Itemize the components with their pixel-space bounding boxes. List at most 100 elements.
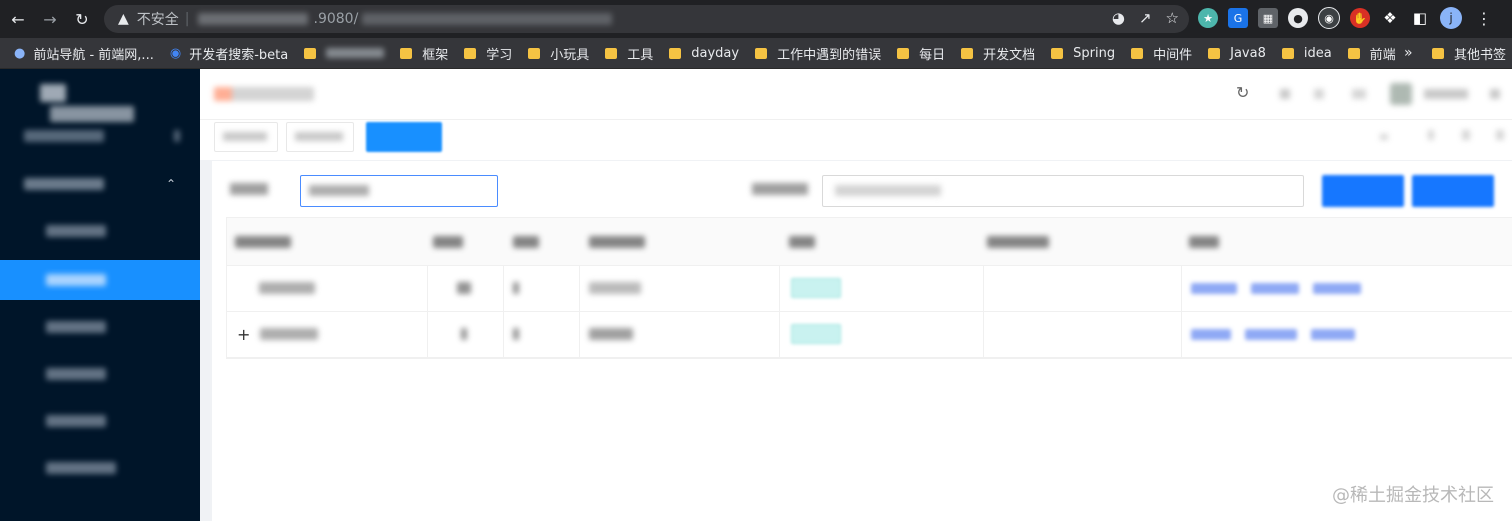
app-logo: [40, 84, 160, 122]
action-link[interactable]: [1251, 282, 1299, 294]
translate-icon[interactable]: G: [1228, 8, 1248, 28]
extension-star-icon[interactable]: ★: [1198, 8, 1218, 28]
address-bar[interactable]: ▲ 不安全 | .9080/ ◕ ↗ ☆: [104, 5, 1189, 33]
search-input[interactable]: [822, 175, 1304, 207]
sidebar-submenu-item-active[interactable]: [0, 260, 200, 300]
bookmark-item[interactable]: 工具: [597, 38, 661, 68]
expand-icon: +: [237, 324, 251, 344]
tab[interactable]: [214, 122, 278, 152]
other-bookmarks[interactable]: 其他书签: [1432, 38, 1506, 68]
sidebar-submenu-item[interactable]: [0, 307, 200, 347]
action-link[interactable]: [1313, 282, 1361, 294]
extension-mask-icon[interactable]: ◉: [1318, 7, 1340, 29]
bookmark-item[interactable]: dayday: [661, 38, 747, 68]
forward-button[interactable]: →: [36, 5, 64, 33]
status-tag: [791, 324, 841, 344]
bookmark-item[interactable]: [296, 38, 392, 68]
watermark: @稀土掘金技术社区: [1332, 485, 1494, 506]
tabs-tool-icon[interactable]: [1380, 134, 1388, 140]
search-input[interactable]: [300, 175, 498, 207]
reset-button[interactable]: [1412, 175, 1494, 207]
menu-dots-icon[interactable]: ⋮: [1476, 9, 1492, 28]
bookmark-item[interactable]: ◉ 开发者搜索-beta: [162, 38, 296, 68]
sidebar-submenu-item[interactable]: [0, 401, 200, 441]
side-panel-icon[interactable]: ◧: [1410, 8, 1430, 28]
tabs-tool-icon[interactable]: [1496, 130, 1504, 140]
action-link[interactable]: [1245, 328, 1297, 340]
tab-active[interactable]: [366, 122, 442, 152]
bookmark-item[interactable]: idea: [1274, 38, 1340, 68]
header-tool-icon[interactable]: [1280, 89, 1290, 99]
reload-button[interactable]: ↻: [68, 5, 96, 33]
sidebar-submenu-item[interactable]: [0, 448, 200, 488]
header-tool-icon[interactable]: [1490, 89, 1500, 99]
bookmark-item[interactable]: 开发文档: [953, 38, 1043, 68]
bookmark-item[interactable]: Spring: [1043, 38, 1123, 68]
extension-circle-icon[interactable]: ●: [1288, 8, 1308, 28]
action-link[interactable]: [1191, 282, 1237, 294]
bookmark-item[interactable]: Java8: [1200, 38, 1274, 68]
extensions-puzzle-icon[interactable]: ❖: [1380, 8, 1400, 28]
url-divider: |: [184, 11, 190, 27]
security-label: 不安全: [136, 12, 179, 28]
row-expand[interactable]: +: [237, 311, 319, 357]
bookmark-star-icon[interactable]: ☆: [1166, 9, 1179, 27]
extension-red-icon[interactable]: ✋: [1350, 8, 1370, 28]
bookmark-item[interactable]: 工作中遇到的错误: [747, 38, 889, 68]
tab[interactable]: [286, 122, 354, 152]
share-icon[interactable]: ↗: [1139, 9, 1152, 27]
bookmark-item[interactable]: 每日: [889, 38, 953, 68]
folder-icon: [464, 47, 477, 59]
avatar[interactable]: [1390, 83, 1412, 105]
bookmark-item[interactable]: 框架: [392, 38, 456, 68]
reload-icon: ↻: [75, 9, 89, 29]
table-cell: [791, 265, 841, 311]
sidebar-submenu-item[interactable]: [0, 354, 200, 394]
header-tool-icon[interactable]: [1352, 89, 1366, 99]
profile-avatar[interactable]: j: [1440, 7, 1462, 29]
content-card: +: [212, 161, 1512, 521]
table-cell: [461, 311, 467, 357]
bookmark-item[interactable]: ● 前站导航 - 前端网,...: [0, 38, 162, 68]
table-row[interactable]: [227, 265, 1512, 312]
action-link[interactable]: [1191, 328, 1231, 340]
bookmark-item[interactable]: 中间件: [1123, 38, 1200, 68]
table-cell: [513, 265, 519, 311]
arrow-left-icon: ←: [11, 9, 25, 29]
username[interactable]: [1424, 89, 1468, 99]
table-row[interactable]: +: [227, 311, 1512, 358]
reload-page-icon[interactable]: ↻: [1236, 83, 1249, 102]
bookmark-label: 前站导航 - 前端网,...: [33, 47, 154, 63]
bookmark-site-icon: ●: [14, 45, 26, 61]
bookmark-label: Spring: [1073, 45, 1116, 61]
sidebar-submenu-item[interactable]: [0, 211, 200, 251]
bookmark-item[interactable]: 学习: [456, 38, 520, 68]
folder-icon: [304, 47, 317, 59]
warning-icon: ▲: [118, 11, 129, 27]
search-button[interactable]: [1322, 175, 1404, 207]
row-expand[interactable]: [241, 265, 315, 311]
table-header: [227, 218, 1512, 266]
status-tag: [791, 278, 841, 298]
bookmark-item[interactable]: 前端: [1340, 38, 1404, 68]
back-button[interactable]: ←: [4, 5, 32, 33]
bookmark-label: 其他书签: [1454, 47, 1507, 63]
sidebar-submenu[interactable]: ⌃: [0, 164, 200, 204]
column-header: [589, 218, 645, 265]
action-link[interactable]: [1311, 328, 1355, 340]
arrow-right-icon: →: [43, 9, 57, 29]
header-tool-icon[interactable]: [1314, 89, 1324, 99]
url-port: .9080/: [313, 11, 359, 27]
bookmark-label: 每日: [919, 47, 946, 63]
bookmarks-more-button[interactable]: »: [1404, 38, 1413, 68]
performance-icon[interactable]: ◕: [1112, 9, 1125, 27]
tabs-view: [200, 119, 1512, 160]
bookmark-label: 工具: [627, 47, 654, 63]
bookmark-label: 开发文档: [983, 47, 1036, 63]
sidebar-menu-item[interactable]: [0, 116, 200, 156]
extension-grid-icon[interactable]: ▦: [1258, 8, 1278, 28]
tabs-tool-icon[interactable]: [1428, 130, 1434, 140]
bookmark-item[interactable]: 小玩具: [520, 38, 597, 68]
table-cell: [589, 311, 633, 357]
tabs-tool-icon[interactable]: [1462, 130, 1470, 140]
